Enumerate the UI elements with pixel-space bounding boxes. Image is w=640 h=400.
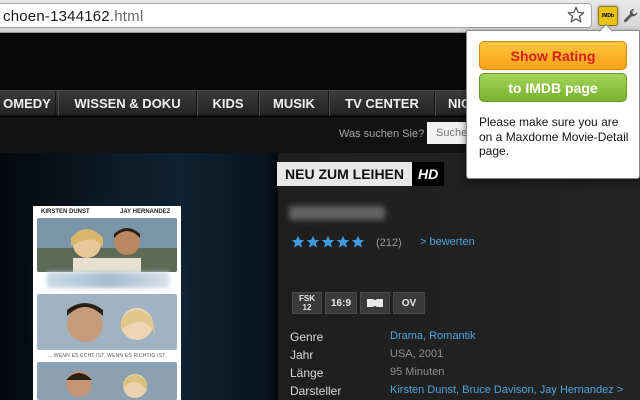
detail-value: 95 Minuten [390,366,445,378]
url-path: choen-1344162 [3,8,110,25]
poster-tagline: ... WENN ES ECHT IST, WENN ES RICHTIG IS… [47,353,167,359]
rate-link[interactable]: > bewerten [420,236,475,248]
detail-row-length: Länge 95 Minuten [290,366,640,383]
star-icon[interactable] [291,235,305,249]
detail-key: Jahr [290,348,314,362]
to-imdb-page-button[interactable]: to IMDB page [479,73,627,102]
nav-item-wissen-doku[interactable]: WISSEN & DOKU [58,91,197,116]
nav-item-comedy[interactable]: OMEDY [0,91,56,116]
star-icon[interactable] [351,235,365,249]
poster-actor-right: JAY HERNANDEZ [120,209,171,215]
imdb-extension-popup: Show Rating to IMDB page Please make sur… [466,30,640,179]
poster-photo-couple [37,218,177,272]
detail-row-year: Jahr USA, 2001 [290,348,640,365]
imdb-extension-icon[interactable]: IMDb [598,6,618,26]
detail-value: USA, 2001 [390,348,444,360]
url-text: choen-1344162.html [3,8,143,25]
search-label: Was suchen Sie? [339,128,425,140]
detail-row-genre: Genre Drama, Romantik [290,330,640,347]
address-bar[interactable]: choen-1344162.html [0,3,592,28]
format-badges: FSK 12 16:9 OV [292,292,425,314]
nav-item-tv-center[interactable]: TV CENTER [329,91,435,116]
detail-key: Darsteller [290,384,342,398]
fsk-age: 12 [302,303,312,312]
fsk-label: FSK [299,294,315,303]
fsk-badge: FSK 12 [292,292,322,314]
rating-stars[interactable] [291,235,365,249]
poster-photo-closeup [37,294,177,350]
dolby-badge [360,292,390,314]
new-rental-badge: NEU ZUM LEIHEN HD [277,162,445,186]
movie-title [289,206,385,220]
nav-item-musik[interactable]: MUSIK [259,91,329,116]
popup-message: Please make sure you are on a Maxdome Mo… [479,115,629,158]
detail-row-cast: Darsteller Kirsten Dunst, Bruce Davison,… [290,384,640,400]
browser-toolbar: choen-1344162.html IMDb [0,0,640,33]
hd-badge: HD [412,162,445,186]
detail-key: Genre [290,330,324,344]
url-extension: .html [109,8,144,25]
dolby-icon [367,299,383,307]
bookmark-star-icon[interactable] [567,6,585,24]
original-version-badge: OV [393,292,425,314]
nav-item-kids[interactable]: KIDS [197,91,259,116]
show-rating-button[interactable]: Show Rating [479,41,627,70]
poster-actor-left: KIRSTEN DUNST [41,209,90,215]
detail-value-link[interactable]: Kirsten Dunst, Bruce Davison, Jay Hernan… [390,384,623,396]
poster-title [47,272,169,288]
badge-label: NEU ZUM LEIHEN [277,162,412,186]
rating-count: (212) [376,237,402,249]
star-icon[interactable] [306,235,320,249]
wrench-icon[interactable] [622,7,640,25]
aspect-ratio-badge: 16:9 [325,292,357,314]
star-icon[interactable] [321,235,335,249]
movie-poster[interactable]: KIRSTEN DUNST JAY HERNANDEZ ... WENN ES … [33,206,181,400]
star-icon[interactable] [336,235,350,249]
detail-key: Länge [290,366,324,380]
poster-photo-bottom [37,362,177,400]
detail-value-link[interactable]: Drama, Romantik [390,330,476,342]
